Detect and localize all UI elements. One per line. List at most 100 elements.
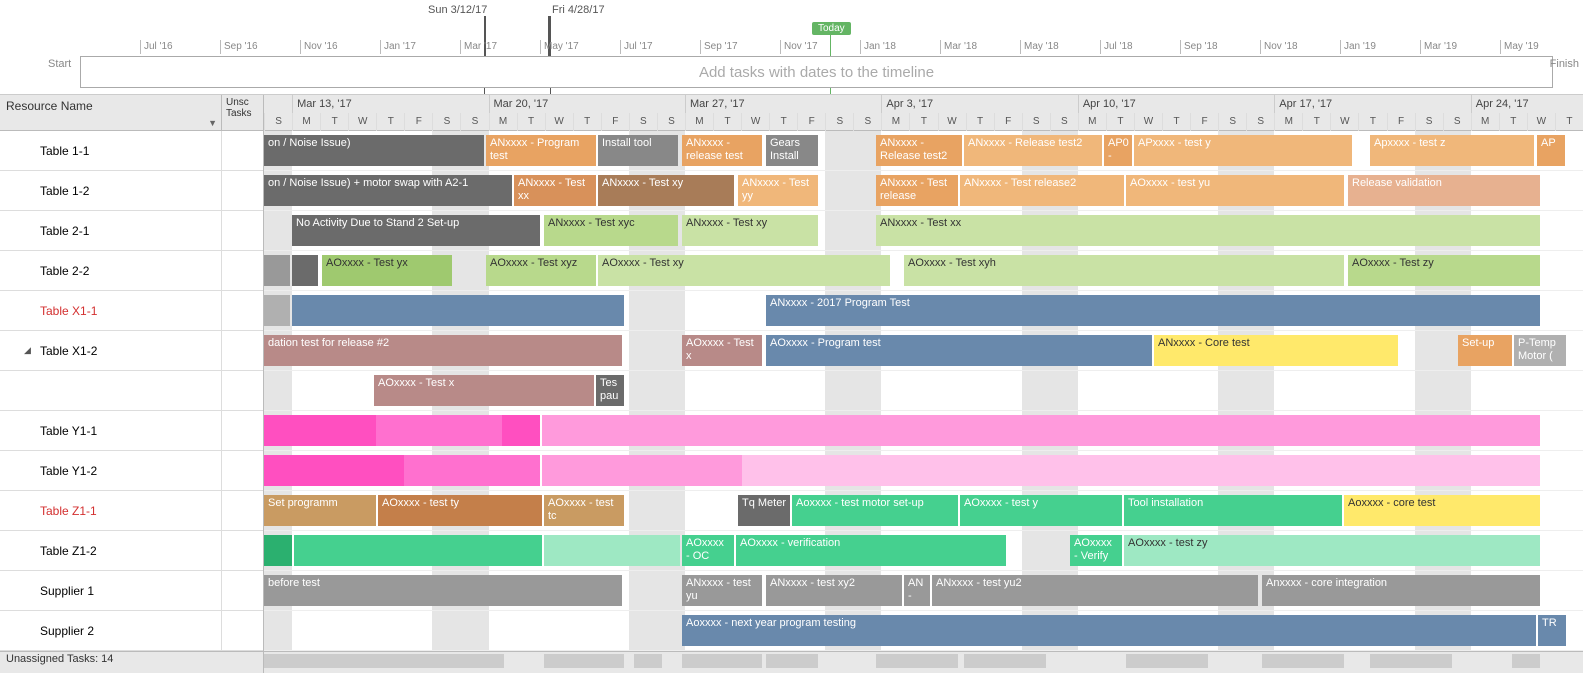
- task-bar[interactable]: AOxxxx - OC: [682, 535, 734, 566]
- gantt-row[interactable]: AOxxxx - Test xTes pau: [264, 371, 1583, 411]
- unscheduled-cell[interactable]: [221, 131, 263, 170]
- resource-row-label[interactable]: Table Z1-2: [0, 531, 263, 571]
- task-bar[interactable]: Aoxxxx - next year program testing: [682, 615, 1536, 646]
- task-bar[interactable]: ANxxxx - test yu2: [932, 575, 1258, 606]
- task-bar[interactable]: AOxxxx - Test xyz: [486, 255, 596, 286]
- task-bar[interactable]: ANxxxx - test xy2: [766, 575, 902, 606]
- resource-row-label[interactable]: ◢Table X1-2: [0, 331, 263, 371]
- resource-row-label[interactable]: Supplier 1: [0, 571, 263, 611]
- dropdown-icon[interactable]: ▼: [208, 118, 217, 128]
- task-bar[interactable]: AOxxxx - test tc: [544, 495, 624, 526]
- task-bar[interactable]: ANxxxx - Test xy: [682, 215, 818, 246]
- unscheduled-cell[interactable]: [221, 291, 263, 330]
- task-bar[interactable]: before test: [264, 575, 622, 606]
- task-bar[interactable]: Apxxxx - test z: [1370, 135, 1534, 166]
- unscheduled-tasks-header[interactable]: Unsc Tasks: [221, 95, 263, 130]
- gantt-row[interactable]: on / Noise Issue) + motor swap with A2-1…: [264, 171, 1583, 211]
- unassigned-task-bar[interactable]: [1126, 654, 1208, 668]
- task-bar[interactable]: AOxxxx - Test x: [374, 375, 594, 406]
- unassigned-task-bar[interactable]: [544, 654, 624, 668]
- timeline-add-tasks-bar[interactable]: Add tasks with dates to the timeline: [80, 56, 1553, 88]
- resource-row-label[interactable]: Table X1-1: [0, 291, 263, 331]
- task-bar[interactable]: [542, 415, 1540, 446]
- task-bar[interactable]: [376, 415, 502, 446]
- unassigned-task-bar[interactable]: [264, 654, 504, 668]
- unscheduled-cell[interactable]: [221, 411, 263, 450]
- task-bar[interactable]: [292, 295, 624, 326]
- unscheduled-cell[interactable]: [221, 171, 263, 210]
- unscheduled-cell[interactable]: [221, 251, 263, 290]
- task-bar[interactable]: [404, 455, 540, 486]
- unassigned-task-bar[interactable]: [964, 654, 1046, 668]
- unassigned-task-bar[interactable]: [1262, 654, 1344, 668]
- unassigned-tasks-row[interactable]: [264, 651, 1583, 669]
- task-bar[interactable]: AP: [1537, 135, 1565, 166]
- task-bar[interactable]: AOxxxx - test yu: [1126, 175, 1344, 206]
- task-bar[interactable]: ANxxxx - 2017 Program Test: [766, 295, 1540, 326]
- unassigned-task-bar[interactable]: [634, 654, 662, 668]
- unscheduled-cell[interactable]: [221, 371, 263, 410]
- task-bar[interactable]: Install tool: [598, 135, 678, 166]
- task-bar[interactable]: ANxxxx - test yu: [682, 575, 762, 606]
- task-bar[interactable]: ANxxxx - Test release: [876, 175, 958, 206]
- task-bar[interactable]: ANxxxx - Release test2: [964, 135, 1102, 166]
- gantt-row[interactable]: [264, 411, 1583, 451]
- unassigned-task-bar[interactable]: [682, 654, 762, 668]
- task-bar[interactable]: AOxxxx - test zy: [1124, 535, 1540, 566]
- unassigned-task-bar[interactable]: [1370, 654, 1452, 668]
- task-bar[interactable]: Set programm: [264, 495, 376, 526]
- task-bar[interactable]: AOxxxx - Program test: [766, 335, 1152, 366]
- collapse-icon[interactable]: ◢: [24, 345, 31, 356]
- task-bar[interactable]: TR: [1538, 615, 1566, 646]
- resource-row-label[interactable]: Table 2-1: [0, 211, 263, 251]
- task-bar[interactable]: [264, 295, 290, 326]
- task-bar[interactable]: [544, 535, 680, 566]
- task-bar[interactable]: ANxxxx - Test xyc: [544, 215, 678, 246]
- unscheduled-cell[interactable]: [221, 611, 263, 650]
- task-bar[interactable]: [292, 255, 318, 286]
- resource-name-header[interactable]: Resource Name ▼: [0, 95, 221, 130]
- task-bar[interactable]: Anxxxx - core integration: [1262, 575, 1540, 606]
- task-bar[interactable]: Tes pau: [596, 375, 624, 406]
- task-bar[interactable]: [742, 455, 1540, 486]
- task-bar[interactable]: No Activity Due to Stand 2 Set-up: [292, 215, 540, 246]
- gantt-row[interactable]: on / Noise Issue)ANxxxx - Program testIn…: [264, 131, 1583, 171]
- resource-column-header[interactable]: Resource Name ▼ Unsc Tasks: [0, 95, 263, 131]
- task-bar[interactable]: Release validation: [1348, 175, 1540, 206]
- task-bar[interactable]: Gears Install: [766, 135, 818, 166]
- task-bar[interactable]: ANxxxx - Test xx: [514, 175, 596, 206]
- resource-row-label[interactable]: Table Y1-2: [0, 451, 263, 491]
- task-bar[interactable]: ANxxxx - Program test: [486, 135, 596, 166]
- task-bar[interactable]: AOxxxx - Verify: [1070, 535, 1122, 566]
- task-bar[interactable]: dation test for release #2: [264, 335, 622, 366]
- task-bar[interactable]: AOxxxx - Test yx: [322, 255, 452, 286]
- task-bar[interactable]: ANxxxx - Test yy: [738, 175, 818, 206]
- task-bar[interactable]: [264, 455, 404, 486]
- task-bar[interactable]: APxxxx - test y: [1134, 135, 1352, 166]
- resource-row-label[interactable]: Supplier 2: [0, 611, 263, 651]
- task-bar[interactable]: ANxxxx - Release test2: [876, 135, 962, 166]
- task-bar[interactable]: Aoxxxx - test motor set-up: [792, 495, 958, 526]
- gantt-row[interactable]: ANxxxx - 2017 Program Test: [264, 291, 1583, 331]
- task-bar[interactable]: AOxxxx - test y: [960, 495, 1122, 526]
- task-bar[interactable]: Tool installation: [1124, 495, 1342, 526]
- resource-row-label[interactable]: Table 2-2: [0, 251, 263, 291]
- task-bar[interactable]: ANxxxx - release test: [682, 135, 762, 166]
- gantt-row[interactable]: [264, 451, 1583, 491]
- resource-row-label[interactable]: Table 1-2: [0, 171, 263, 211]
- unscheduled-cell[interactable]: [221, 211, 263, 250]
- task-bar[interactable]: AN -: [904, 575, 930, 606]
- gantt-row[interactable]: Aoxxxx - next year program testingTR: [264, 611, 1583, 651]
- task-bar[interactable]: Aoxxxx - core test: [1344, 495, 1540, 526]
- task-bar[interactable]: AOxxxx - test ty: [378, 495, 542, 526]
- unassigned-tasks-label[interactable]: Unassigned Tasks: 14: [0, 651, 263, 669]
- resource-row-label[interactable]: Table 1-1: [0, 131, 263, 171]
- task-bar[interactable]: AOxxxx - Test xyh: [904, 255, 1344, 286]
- task-bar[interactable]: AOxxxx - Test x: [682, 335, 762, 366]
- unassigned-task-bar[interactable]: [876, 654, 958, 668]
- resource-row-label[interactable]: [0, 371, 263, 411]
- task-bar[interactable]: AOxxxx - Test xy: [598, 255, 890, 286]
- task-bar[interactable]: AOxxxx - verification: [736, 535, 1006, 566]
- task-bar[interactable]: [502, 415, 540, 446]
- task-bar[interactable]: [542, 455, 742, 486]
